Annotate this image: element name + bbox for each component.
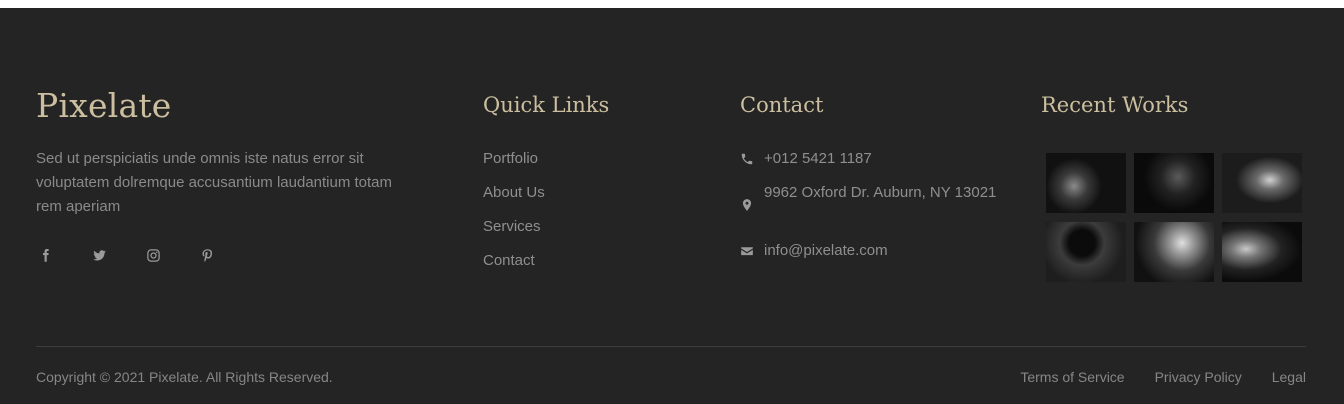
location-pin-icon xyxy=(740,181,756,229)
footer-link-services[interactable]: Services xyxy=(483,218,545,252)
recent-work-thumbnail[interactable] xyxy=(1134,153,1214,213)
facebook-link[interactable] xyxy=(36,246,54,264)
recent-works-gallery xyxy=(1046,153,1302,282)
footer-link-contact[interactable]: Contact xyxy=(483,252,545,286)
copyright-text: Copyright © 2021 Pixelate. All Rights Re… xyxy=(36,369,333,385)
contact-address: 9962 Oxford Dr. Auburn, NY 13021 xyxy=(740,181,1000,229)
recent-work-thumbnail[interactable] xyxy=(1046,222,1126,282)
contact-email[interactable]: info@pixelate.com xyxy=(740,239,1000,263)
pinterest-icon xyxy=(202,248,212,262)
brand-description: Sed ut perspiciatis unde omnis iste natu… xyxy=(36,150,393,215)
twitter-link[interactable] xyxy=(90,246,108,264)
footer-link-about-us[interactable]: About Us xyxy=(483,184,545,218)
footer-link-portfolio[interactable]: Portfolio xyxy=(483,150,545,184)
contact-title: Contact xyxy=(740,93,824,117)
terms-of-service-link[interactable]: Terms of Service xyxy=(1020,369,1124,385)
contact-info: +012 5421 1187 9962 Oxford Dr. Auburn, N… xyxy=(740,150,1000,273)
contact-email-text: info@pixelate.com xyxy=(764,242,888,259)
footer-divider xyxy=(36,346,1306,347)
legal-link[interactable]: Legal xyxy=(1272,369,1306,385)
instagram-link[interactable] xyxy=(144,246,162,264)
contact-phone-text: +012 5421 1187 xyxy=(764,150,872,167)
recent-work-thumbnail[interactable] xyxy=(1134,222,1214,282)
site-footer: Pixelate Sed ut perspiciatis unde omnis … xyxy=(0,8,1344,404)
quick-links-title: Quick Links xyxy=(483,93,610,117)
facebook-icon xyxy=(42,248,49,262)
recent-works-title: Recent Works xyxy=(1041,93,1189,117)
legal-links: Terms of Service Privacy Policy Legal xyxy=(990,369,1306,385)
instagram-icon xyxy=(146,248,160,262)
contact-address-text: 9962 Oxford Dr. Auburn, NY 13021 xyxy=(764,184,997,201)
social-links xyxy=(36,246,252,264)
envelope-icon xyxy=(740,239,756,263)
phone-icon xyxy=(740,147,756,171)
recent-work-thumbnail[interactable] xyxy=(1222,153,1302,213)
pinterest-link[interactable] xyxy=(198,246,216,264)
twitter-icon xyxy=(92,249,106,260)
contact-phone[interactable]: +012 5421 1187 xyxy=(740,147,1000,171)
recent-work-thumbnail[interactable] xyxy=(1222,222,1302,282)
recent-work-thumbnail[interactable] xyxy=(1046,153,1126,213)
privacy-policy-link[interactable]: Privacy Policy xyxy=(1155,369,1242,385)
quick-links-list: Portfolio About Us Services Contact xyxy=(483,150,545,286)
brand-logo[interactable]: Pixelate xyxy=(36,86,172,125)
